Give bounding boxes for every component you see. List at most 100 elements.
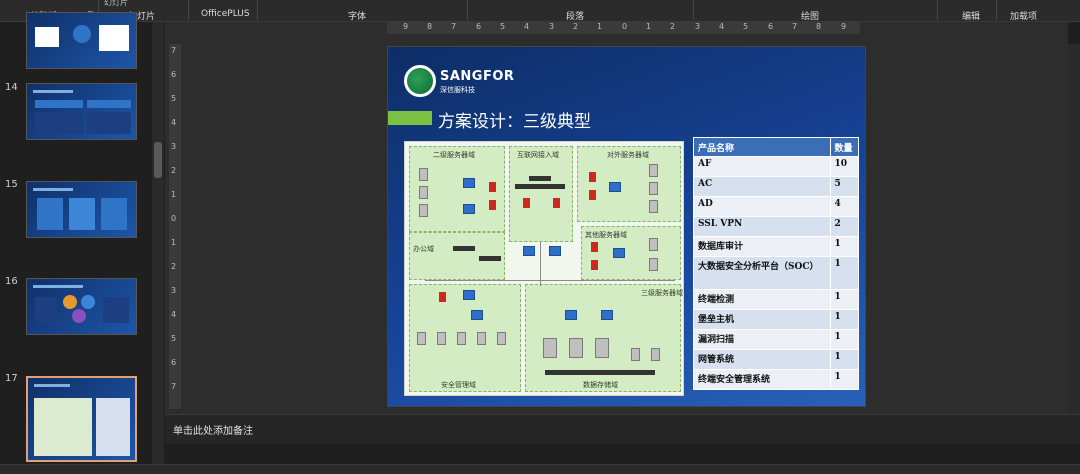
slide-thumbnail[interactable] bbox=[26, 83, 137, 140]
table-row: 数据库审计 1 bbox=[693, 236, 860, 257]
table-cell: 4 bbox=[829, 196, 860, 217]
ribbon-group-edit[interactable]: 编辑 bbox=[962, 9, 980, 22]
slide-number: 17 bbox=[5, 373, 18, 384]
ruler-tick: 1 bbox=[171, 190, 177, 199]
ruler-tick: 7 bbox=[171, 46, 177, 55]
ruler-tick: 2 bbox=[670, 22, 676, 31]
ruler-tick: 4 bbox=[171, 118, 177, 127]
ruler-tick: 8 bbox=[427, 22, 433, 31]
ruler-tick: 5 bbox=[171, 334, 177, 343]
table-row: 终端安全管理系统 1 bbox=[693, 369, 860, 390]
slide-thumbnail-selected[interactable] bbox=[26, 376, 137, 462]
table-cell: 1 bbox=[829, 256, 860, 290]
ruler-tick: 3 bbox=[695, 22, 701, 31]
ruler-tick: 4 bbox=[524, 22, 530, 31]
ribbon-group-drawing[interactable]: 绘图 bbox=[801, 9, 819, 22]
table-row: AD 4 bbox=[693, 196, 860, 217]
editor-scrollbar[interactable] bbox=[1068, 44, 1080, 436]
ribbon-group-officeplus[interactable]: OfficePLUS bbox=[201, 9, 250, 19]
ruler-tick: 0 bbox=[622, 22, 628, 31]
notes-placeholder[interactable]: 单击此处添加备注 bbox=[173, 422, 253, 437]
ruler-tick: 5 bbox=[171, 94, 177, 103]
table-cell: AD bbox=[693, 196, 831, 217]
table-cell: 漏洞扫描 bbox=[693, 329, 831, 350]
table-cell: 终端安全管理系统 bbox=[693, 369, 831, 390]
table-cell: 网管系统 bbox=[693, 349, 831, 370]
slide-thumbnail-panel: 14 15 16 17 bbox=[0, 12, 152, 464]
ruler-tick: 1 bbox=[646, 22, 652, 31]
ruler-tick: 5 bbox=[743, 22, 749, 31]
network-topology-diagram[interactable]: 二级服务器域 互联网接入域 对外服务器域 其他服务器域 办公域 安全管理域 三级… bbox=[404, 141, 684, 396]
table-cell: SSL VPN bbox=[693, 216, 831, 237]
ruler-tick: 2 bbox=[573, 22, 579, 31]
zone-label: 安全管理域 bbox=[441, 381, 476, 389]
table-cell: 1 bbox=[829, 349, 860, 370]
ribbon-group-paragraph[interactable]: 段落 bbox=[566, 9, 584, 22]
zone-label: 其他服务器域 bbox=[585, 231, 627, 239]
table-cell: 1 bbox=[829, 289, 860, 310]
zone-label: 二级服务器域 bbox=[433, 151, 475, 159]
slide-thumbnail[interactable] bbox=[26, 181, 137, 238]
slide-number: 16 bbox=[5, 276, 18, 287]
table-cell: 1 bbox=[829, 236, 860, 257]
brand-subtitle: 深信服科技 bbox=[440, 86, 475, 94]
status-bar bbox=[0, 464, 1080, 474]
ruler-tick: 1 bbox=[171, 238, 177, 247]
ruler-tick: 6 bbox=[476, 22, 482, 31]
ruler-tick: 6 bbox=[171, 70, 177, 79]
horizontal-ruler: 9 8 7 6 5 4 3 2 1 0 1 2 3 4 5 6 7 8 9 bbox=[165, 22, 1068, 34]
ruler-tick: 7 bbox=[792, 22, 798, 31]
table-cell: 堡垒主机 bbox=[693, 309, 831, 330]
ribbon-group-font[interactable]: 字体 bbox=[348, 9, 366, 22]
zone-internet-access bbox=[509, 146, 573, 242]
slide-canvas[interactable]: SANGFOR 深信服科技 方案设计：三级典型 二级服务器域 互联网接入域 对外… bbox=[387, 46, 866, 407]
table-cell: 1 bbox=[829, 369, 860, 390]
scrollbar-thumb[interactable] bbox=[154, 142, 162, 178]
table-row: 大数据安全分析平台（SOC） 1 bbox=[693, 256, 860, 290]
table-row: AC 5 bbox=[693, 176, 860, 197]
table-cell: 5 bbox=[829, 176, 860, 197]
ruler-tick: 4 bbox=[719, 22, 725, 31]
table-header: 产品名称 bbox=[693, 137, 831, 157]
ruler-tick: 3 bbox=[549, 22, 555, 31]
ruler-tick: 4 bbox=[171, 310, 177, 319]
table-row: 漏洞扫描 1 bbox=[693, 329, 860, 350]
zone-label: 数据存储域 bbox=[583, 381, 618, 389]
table-row: AF 10 bbox=[693, 156, 860, 177]
zone-label: 互联网接入域 bbox=[517, 151, 559, 159]
ruler-tick: 8 bbox=[816, 22, 822, 31]
table-cell: 10 bbox=[829, 156, 860, 177]
table-cell: 1 bbox=[829, 309, 860, 330]
ruler-tick: 9 bbox=[403, 22, 409, 31]
zone-label: 三级服务器域 bbox=[641, 289, 683, 297]
slide-editing-area: 9 8 7 6 5 4 3 2 1 0 1 2 3 4 5 6 7 8 9 7 … bbox=[165, 22, 1080, 436]
slide-number: 14 bbox=[5, 82, 18, 93]
ruler-tick: 3 bbox=[171, 286, 177, 295]
slide-title[interactable]: 方案设计：三级典型 bbox=[438, 107, 591, 132]
thumbnail-scrollbar[interactable] bbox=[152, 22, 164, 464]
ribbon-group-addins[interactable]: 加载项 bbox=[1010, 9, 1037, 22]
ruler-tick: 9 bbox=[841, 22, 847, 31]
table-cell: 大数据安全分析平台（SOC） bbox=[693, 256, 831, 290]
table-row: SSL VPN 2 bbox=[693, 216, 860, 237]
slide-thumbnail[interactable] bbox=[26, 278, 137, 335]
table-cell: AC bbox=[693, 176, 831, 197]
slide-thumbnail[interactable] bbox=[26, 12, 137, 69]
sangfor-logo-icon bbox=[404, 65, 436, 97]
title-accent-bar bbox=[388, 111, 432, 125]
notes-pane[interactable]: 单击此处添加备注 bbox=[165, 414, 1080, 444]
table-cell: 2 bbox=[829, 216, 860, 237]
vertical-ruler: 7 6 5 4 3 2 1 0 1 2 3 4 5 6 7 bbox=[169, 44, 181, 409]
ruler-tick: 6 bbox=[171, 358, 177, 367]
product-quantity-table[interactable]: 产品名称 数量 AF 10 AC 5 AD 4 SSL VPN 2 数据库审计 1 大数据… bbox=[693, 137, 860, 390]
ruler-tick: 1 bbox=[597, 22, 603, 31]
table-row: 终端检测 1 bbox=[693, 289, 860, 310]
table-row: 网管系统 1 bbox=[693, 349, 860, 370]
powerpoint-window: 幻灯片 剪贴板 ⧉ 幻灯片 OfficePLUS 字体 段落 绘图 编辑 加载项… bbox=[0, 0, 1080, 474]
ribbon: 幻灯片 剪贴板 ⧉ 幻灯片 OfficePLUS 字体 段落 绘图 编辑 加载项 bbox=[0, 0, 1080, 22]
table-header: 数量 bbox=[829, 137, 860, 157]
ribbon-top-fragment: 幻灯片 bbox=[104, 0, 128, 7]
ruler-tick: 7 bbox=[171, 382, 177, 391]
zone-label: 办公域 bbox=[413, 245, 434, 253]
ruler-tick: 3 bbox=[171, 142, 177, 151]
